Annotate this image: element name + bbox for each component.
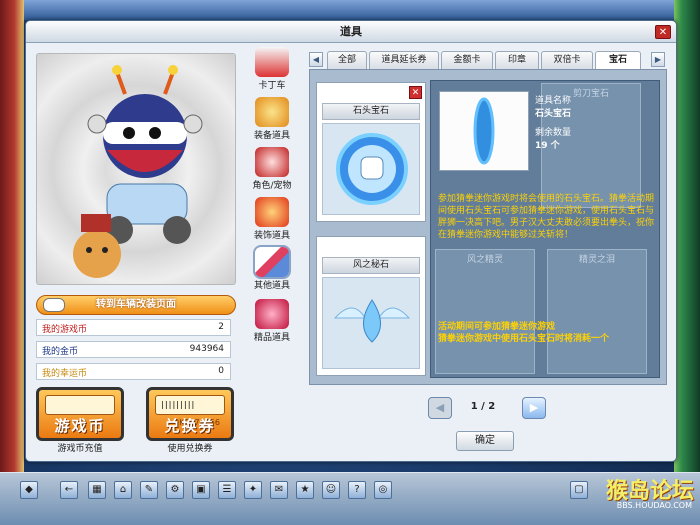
barcode-icon: ||||||||| 0K5874256 xyxy=(155,395,225,427)
item-panel: ✕ 石头宝石 风之秘石 剪刀宝石 风之精灵 精灵之泪 道具名称 石头宝石 剩余数… xyxy=(309,69,667,385)
item-card-wind-stone[interactable]: 风之秘石 xyxy=(316,236,426,376)
lucky-coin-row: 我的幸运币 0 xyxy=(36,363,231,380)
game-coin-caption: 游戏币充值 xyxy=(57,444,103,454)
category-decoration[interactable]: 装饰道具 xyxy=(246,197,298,241)
pointing-hand-icon xyxy=(43,298,65,312)
tab-extension-ticket[interactable]: 道具延长券 xyxy=(369,51,439,69)
tab-gem[interactable]: 宝石 xyxy=(595,51,641,69)
tab-amount-card[interactable]: 金额卡 xyxy=(441,51,493,69)
premium-items-icon xyxy=(255,299,289,329)
detail-description: 参加猜拳迷你游戏时将会使用的石头宝石。猜拳活动期间使用石头宝石可参加猜拳迷你游戏… xyxy=(438,194,655,240)
prev-page-icon[interactable]: ◀ xyxy=(428,397,452,419)
equipment-icon xyxy=(255,97,289,127)
shop-icon[interactable]: ▦ xyxy=(88,481,106,499)
taskbar: ◆ ← ▦ ⌂ ✎ ⚙ ▣ ☰ ✦ ✉ ★ ☺ ? ◎ ▢ 猴岛论坛 BBS.H… xyxy=(0,472,700,525)
tools-icon[interactable]: ✎ xyxy=(140,481,158,499)
window-title: 道具 xyxy=(26,21,676,43)
ghost-card-name: 风之精灵 xyxy=(466,255,503,265)
friends-icon[interactable]: ☺ xyxy=(322,481,340,499)
character-pet-icon xyxy=(255,147,289,177)
help-icon[interactable]: ? xyxy=(348,481,366,499)
gold-coin-row: 我的金币 943964 xyxy=(36,341,231,358)
gold-coin-label: 我的金币 xyxy=(42,347,79,357)
use-voucher-button[interactable]: ||||||||| 0K5874256 兑换券 xyxy=(146,387,234,441)
game-coin-button-label: 游戏币 xyxy=(54,417,106,435)
fist-gem-icon xyxy=(322,123,420,215)
gold-coin-value: 943964 xyxy=(189,344,224,354)
goto-kart-tuning-label: 转到车辆改装页面 xyxy=(96,299,176,310)
category-equipment[interactable]: 装备道具 xyxy=(246,97,298,141)
exit-icon[interactable]: ← xyxy=(60,481,78,499)
voucher-button-label: 兑换券 xyxy=(164,417,216,435)
settings-icon[interactable]: ⚙ xyxy=(166,481,184,499)
close-icon[interactable]: ✕ xyxy=(655,25,671,39)
character-illustration xyxy=(73,65,203,278)
home-icon[interactable]: ⌂ xyxy=(114,481,132,499)
game-coin-recharge-button[interactable]: 游戏币 xyxy=(36,387,124,441)
item-detail-panel: 剪刀宝石 风之精灵 精灵之泪 道具名称 石头宝石 剩余数量 19 个 参加猜拳迷… xyxy=(430,80,660,378)
tab-scroll-right-icon[interactable]: ▶ xyxy=(651,52,665,67)
other-items-icon xyxy=(253,245,291,279)
close-icon[interactable]: ✕ xyxy=(409,86,422,99)
category-decoration-label: 装饰道具 xyxy=(253,231,290,241)
mail-icon[interactable]: ✉ xyxy=(270,481,288,499)
next-page-icon[interactable]: ▶ xyxy=(522,397,546,419)
game-coin-value: 2 xyxy=(218,322,224,332)
category-other-items[interactable]: 其他道具 xyxy=(246,245,298,291)
winged-droplet-icon xyxy=(322,277,420,369)
tab-double-card[interactable]: 双倍卡 xyxy=(541,51,593,69)
detail-name-label: 道具名称 xyxy=(535,96,572,106)
tab-scroll-left-icon[interactable]: ◀ xyxy=(309,52,323,67)
start-icon[interactable]: ◆ xyxy=(20,481,38,499)
category-kart[interactable]: 卡丁车 xyxy=(246,47,298,91)
kart-icon xyxy=(255,47,289,77)
right-background-decor xyxy=(674,0,700,480)
lucky-coin-label: 我的幸运币 xyxy=(42,369,88,379)
category-premium-items[interactable]: 精品道具 xyxy=(246,299,298,343)
category-kart-label: 卡丁车 xyxy=(258,81,286,91)
event-icon[interactable]: ◎ xyxy=(374,481,392,499)
page-indicator: 1 / 2 xyxy=(470,401,496,412)
watermark-url: BBS.HOUDAO.COM xyxy=(616,501,692,510)
item-name: 风之秘石 xyxy=(322,257,420,274)
confirm-button[interactable]: 确定 xyxy=(456,431,514,451)
tab-all[interactable]: 全部 xyxy=(327,51,367,69)
garage-icon[interactable]: ▣ xyxy=(192,481,210,499)
guild-icon[interactable]: ★ xyxy=(296,481,314,499)
ghost-card: 精灵之泪 xyxy=(547,249,647,374)
category-other-items-label: 其他道具 xyxy=(253,281,290,291)
fullscreen-icon[interactable]: ▢ xyxy=(570,481,588,499)
top-strip xyxy=(0,0,700,20)
game-coin-row: 我的游戏币 2 xyxy=(36,319,231,336)
item-name: 石头宝石 xyxy=(322,103,420,120)
voucher-caption: 使用兑换券 xyxy=(167,444,213,454)
category-equipment-label: 装备道具 xyxy=(253,131,290,141)
stone-gem-detail-image xyxy=(439,91,529,171)
left-background-decor xyxy=(0,0,24,480)
decoration-icon xyxy=(255,197,289,227)
detail-qty-value: 19 个 xyxy=(535,141,560,151)
detail-hint: 活动期间可参加猜拳迷你游戏 猜拳迷你游戏中使用石头宝石时将消耗一个 xyxy=(438,322,610,344)
map-icon[interactable]: ✦ xyxy=(244,481,262,499)
detail-name-value: 石头宝石 xyxy=(535,109,572,119)
category-character-pet[interactable]: 角色/宠物 xyxy=(246,147,298,191)
category-premium-items-label: 精品道具 xyxy=(253,333,290,343)
tab-seal[interactable]: 印章 xyxy=(495,51,539,69)
character-preview xyxy=(36,53,236,285)
detail-qty-label: 剩余数量 xyxy=(535,128,572,138)
tab-strip: ◀ 全部 道具延长券 金额卡 印章 双倍卡 宝石 ▶ xyxy=(309,51,667,69)
item-card-stone-gem[interactable]: ✕ 石头宝石 xyxy=(316,82,426,222)
goto-kart-tuning-button[interactable]: 转到车辆改装页面 xyxy=(36,295,236,315)
ghost-card: 风之精灵 xyxy=(435,249,535,374)
recharge-card-icon xyxy=(45,395,115,415)
chat-icon[interactable]: ☰ xyxy=(218,481,236,499)
items-window: 道具 ✕ 转到车辆改装页面 我的游戏币 2 我的金币 943964 我的幸运币 … xyxy=(25,20,677,462)
ghost-card-name: 精灵之泪 xyxy=(578,255,615,265)
game-coin-label: 我的游戏币 xyxy=(42,325,88,335)
lucky-coin-value: 0 xyxy=(218,366,224,376)
category-character-pet-label: 角色/宠物 xyxy=(252,181,292,191)
